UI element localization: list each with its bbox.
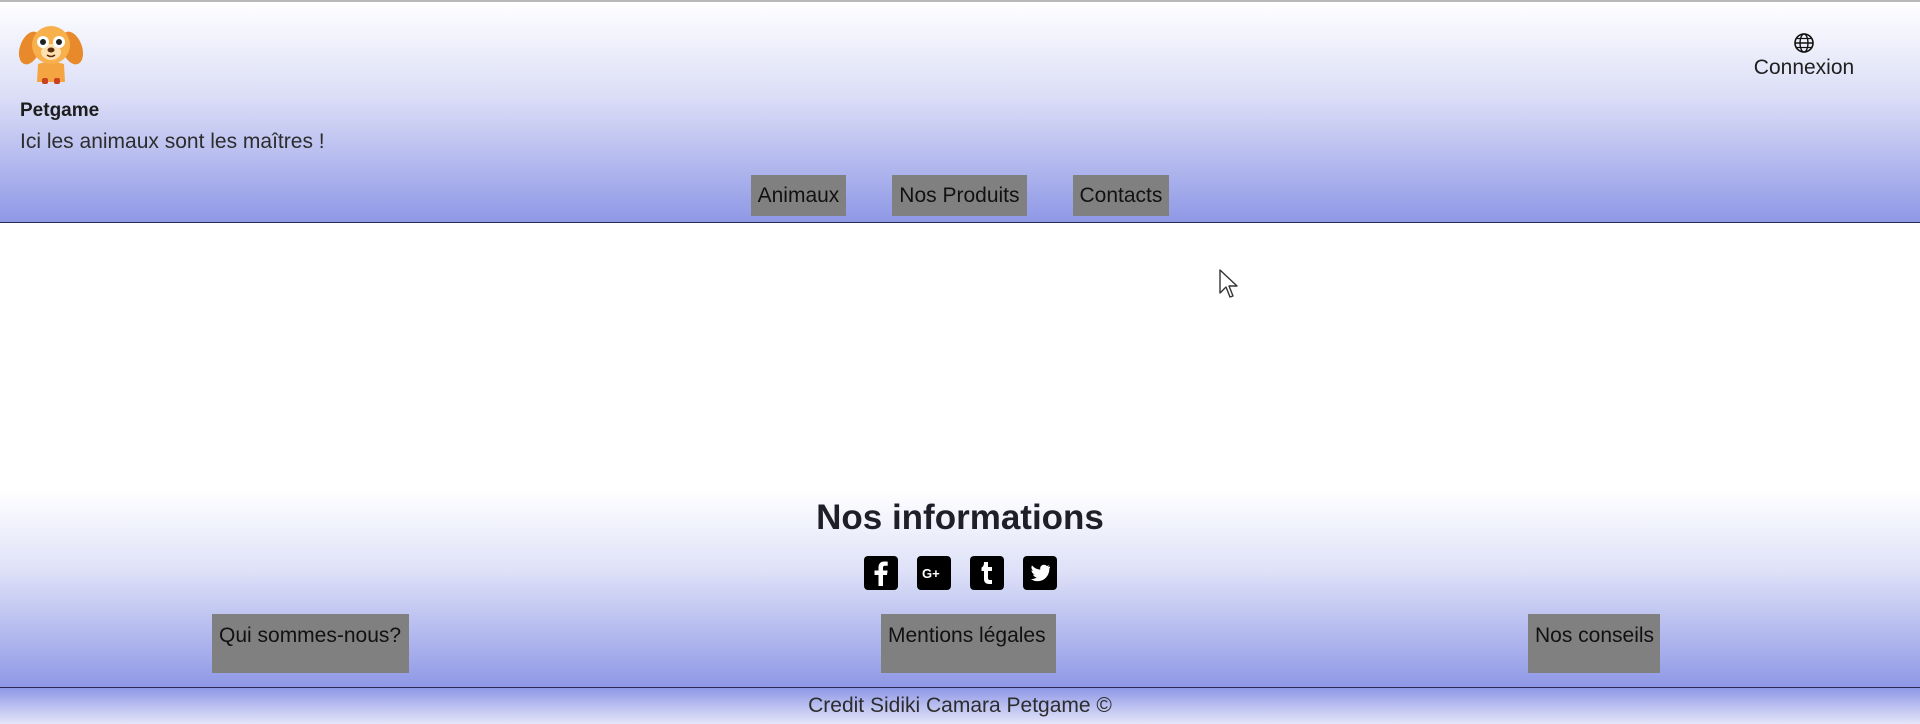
twitter-icon[interactable] bbox=[1022, 556, 1057, 590]
facebook-icon[interactable] bbox=[863, 556, 898, 590]
login-link[interactable]: Connexion bbox=[1734, 32, 1874, 80]
mouse-cursor-icon bbox=[1219, 269, 1238, 298]
google-plus-icon[interactable]: G+ bbox=[916, 556, 951, 590]
footer-link-qui-sommes-nous[interactable]: Qui sommes-nous? bbox=[212, 614, 409, 673]
social-links: G+ bbox=[0, 556, 1920, 590]
dog-icon[interactable] bbox=[18, 20, 84, 86]
footer-link-nos-conseils[interactable]: Nos conseils bbox=[1528, 614, 1660, 673]
svg-text:G+: G+ bbox=[922, 566, 940, 581]
tumblr-icon[interactable] bbox=[969, 556, 1004, 590]
credit-text: Credit Sidiki Camara Petgame © bbox=[808, 694, 1112, 717]
login-label: Connexion bbox=[1753, 56, 1855, 79]
tagline: Ici les animaux sont les maîtres ! bbox=[20, 130, 325, 153]
credit-bar: Credit Sidiki Camara Petgame © bbox=[0, 688, 1920, 724]
site-footer: Nos informations G+ Qui sommes-nous? Men… bbox=[0, 490, 1920, 688]
brand-name: Petgame bbox=[20, 100, 100, 121]
nav-item-nos-produits[interactable]: Nos Produits bbox=[892, 175, 1027, 216]
page: Petgame Ici les animaux sont les maîtres… bbox=[0, 0, 1920, 724]
footer-title: Nos informations bbox=[816, 498, 1104, 537]
nav-item-contacts[interactable]: Contacts bbox=[1072, 175, 1170, 216]
site-header: Petgame Ici les animaux sont les maîtres… bbox=[0, 0, 1920, 223]
globe-icon bbox=[1794, 33, 1814, 53]
footer-link-mentions-legales[interactable]: Mentions légales bbox=[881, 614, 1056, 673]
main-nav: Animaux Nos Produits Contacts bbox=[0, 175, 1920, 216]
nav-item-animaux[interactable]: Animaux bbox=[750, 175, 847, 216]
